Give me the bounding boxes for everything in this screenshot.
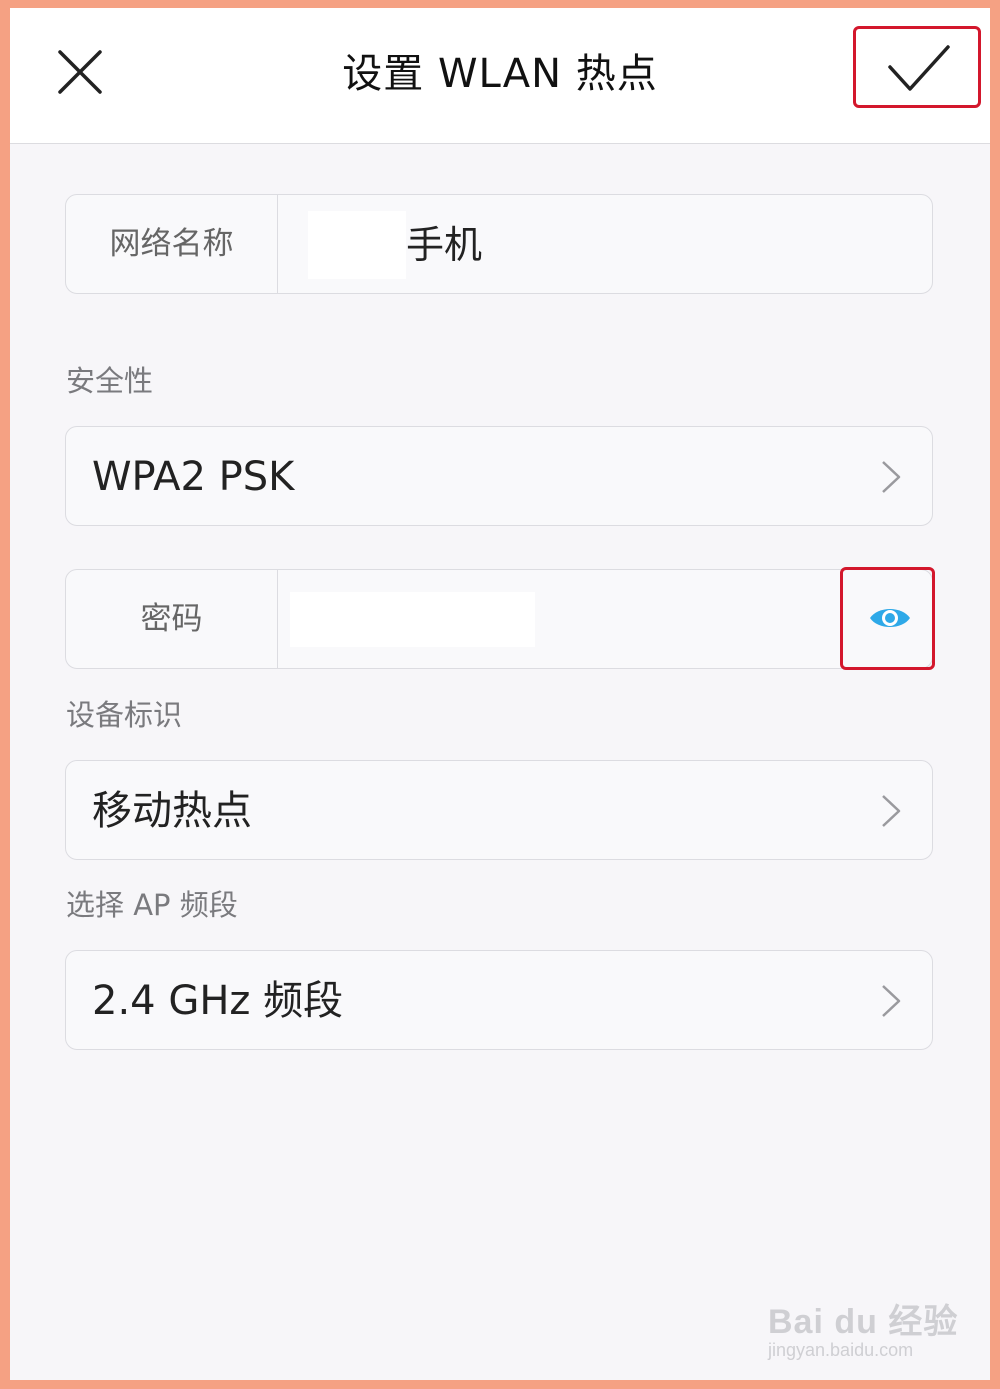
device-id-value: 移动热点 bbox=[92, 788, 252, 834]
eye-icon bbox=[870, 609, 910, 627]
security-select[interactable]: WPA2 PSK bbox=[65, 426, 933, 526]
network-name-field[interactable]: 手机 bbox=[278, 195, 932, 293]
ap-band-value: 2.4 GHz 频段 bbox=[92, 978, 344, 1024]
redaction-mask bbox=[308, 211, 406, 279]
security-section-label: 安全性 bbox=[66, 364, 154, 398]
ap-band-section-label: 选择 AP 频段 bbox=[66, 888, 238, 922]
chevron-right-icon bbox=[882, 985, 901, 1017]
redaction-mask bbox=[290, 592, 535, 647]
password-label: 密码 bbox=[66, 570, 278, 668]
security-value: WPA2 PSK bbox=[92, 454, 295, 500]
chevron-right-icon bbox=[882, 461, 901, 493]
top-bar: 设置 WLAN 热点 bbox=[10, 8, 990, 144]
password-row: 密码 bbox=[65, 569, 933, 669]
network-name-label: 网络名称 bbox=[66, 195, 278, 293]
check-icon bbox=[888, 45, 950, 91]
ap-band-select[interactable]: 2.4 GHz 频段 bbox=[65, 950, 933, 1050]
network-name-value: 手机 bbox=[406, 223, 483, 267]
network-name-row: 网络名称 手机 bbox=[65, 194, 933, 294]
show-password-button[interactable] bbox=[840, 567, 935, 670]
screenshot-frame: 设置 WLAN 热点 网络名称 手机 安全性 WPA2 PSK 密码 设备标识 … bbox=[0, 0, 1000, 1389]
device-id-select[interactable]: 移动热点 bbox=[65, 760, 933, 860]
chevron-right-icon bbox=[882, 795, 901, 827]
watermark-url: jingyan.baidu.com bbox=[768, 1340, 914, 1360]
page-title: 设置 WLAN 热点 bbox=[342, 51, 658, 97]
baidu-watermark: Bai du 经验 jingyan.baidu.com bbox=[760, 1278, 960, 1368]
confirm-button[interactable] bbox=[853, 26, 981, 108]
password-field[interactable] bbox=[278, 570, 932, 668]
watermark-main: Bai du 经验 bbox=[768, 1303, 959, 1341]
phone-screen: 设置 WLAN 热点 网络名称 手机 安全性 WPA2 PSK 密码 设备标识 … bbox=[10, 8, 990, 1380]
device-id-section-label: 设备标识 bbox=[66, 698, 183, 732]
